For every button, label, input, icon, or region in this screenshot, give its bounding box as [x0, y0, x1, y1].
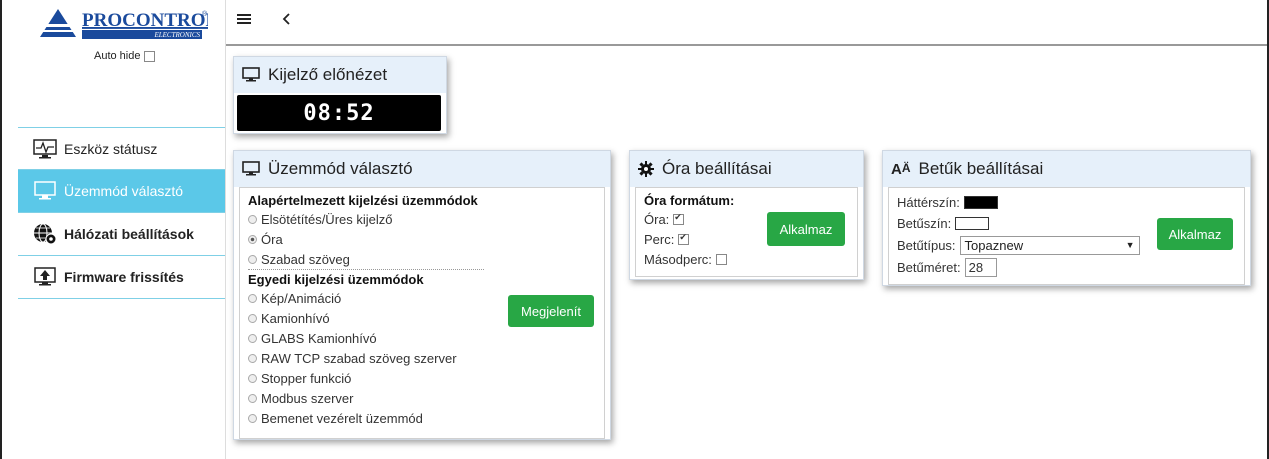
- clock-display: 08:52: [237, 95, 441, 131]
- hour-label: Óra:: [644, 211, 670, 227]
- minute-label: Perc:: [644, 231, 675, 247]
- radio-option[interactable]: Bemenet vezérelt üzemmód: [248, 408, 596, 428]
- radio-button[interactable]: [248, 254, 257, 264]
- sidebar-item-network-settings[interactable]: Hálózati beállítások: [18, 213, 225, 256]
- font-size-icon: AÄ: [891, 160, 911, 178]
- auto-hide-label: Auto hide: [94, 50, 141, 62]
- monitor-heartbeat-icon: [32, 138, 58, 160]
- second-checkbox[interactable]: [715, 253, 727, 265]
- sidebar-item-mode-selector[interactable]: Üzemmód választó: [18, 170, 225, 213]
- hamburger-icon[interactable]: [236, 10, 252, 33]
- radio-button[interactable]: [248, 413, 257, 423]
- radio-button[interactable]: [248, 293, 257, 303]
- radio-button[interactable]: [248, 373, 257, 383]
- panel-title: Kijelző előnézet: [268, 65, 388, 84]
- show-button[interactable]: Megjelenít: [508, 295, 594, 327]
- font-settings-panel: AÄ Betűk beállításai Háttérszín: Betűszí…: [882, 150, 1251, 286]
- svg-text:PROCONTROL: PROCONTROL: [82, 10, 208, 31]
- font-apply-button[interactable]: Alkalmaz: [1157, 218, 1233, 250]
- monitor-icon: [32, 180, 58, 202]
- custom-modes-heading: Egyedi kijelzési üzemmódok: [248, 271, 424, 287]
- background-color-picker[interactable]: [963, 195, 998, 209]
- font-color-picker[interactable]: [955, 216, 990, 230]
- clock-apply-button[interactable]: Alkalmaz: [767, 212, 845, 246]
- radio-button[interactable]: [248, 333, 257, 343]
- background-color-label: Háttérszín:: [897, 194, 960, 210]
- radio-label: Elsötétítés/Üres kijelző: [261, 211, 393, 227]
- display-preview-panel: Kijelző előnézet 08:52: [233, 56, 447, 134]
- font-form: Háttérszín: Betűszín: Betűtípus: Topaznew…: [888, 187, 1245, 285]
- second-label: Másodperc:: [644, 251, 712, 267]
- svg-text:ELECTRONICS: ELECTRONICS: [153, 31, 200, 39]
- auto-hide-toggle[interactable]: Auto hide: [94, 50, 156, 62]
- radio-button[interactable]: [248, 214, 257, 224]
- mode-form: Alapértelmezett kijelzési üzemmódok Elsö…: [239, 187, 605, 439]
- font-family-value: Topaznew: [964, 237, 1024, 253]
- panel-header: AÄ Betűk beállításai: [883, 151, 1250, 187]
- dropdown-arrow-icon: ▼: [1125, 240, 1135, 250]
- radio-label: Szabad szöveg: [261, 251, 350, 267]
- radio-label: Kép/Animáció: [261, 290, 342, 306]
- panel-title: Üzemmód választó: [268, 159, 413, 178]
- panel-header: Óra beállításai: [630, 151, 863, 187]
- radio-button[interactable]: [248, 313, 257, 323]
- radio-option[interactable]: RAW TCP szabad szöveg szerver: [248, 348, 596, 368]
- sidebar-item-label: Eszköz státusz: [64, 140, 158, 157]
- sidebar-item-label: Firmware frissítés: [64, 269, 184, 285]
- globe-gear-icon: [32, 223, 58, 245]
- radio-option[interactable]: GLABS Kamionhívó: [248, 328, 596, 348]
- panel-header: Kijelző előnézet: [234, 57, 446, 93]
- chevron-left-icon[interactable]: [282, 10, 292, 33]
- hour-checkbox[interactable]: [673, 212, 685, 225]
- radio-label: Óra: [261, 231, 283, 247]
- auto-hide-checkbox[interactable]: [144, 50, 156, 62]
- font-family-select[interactable]: Topaznew ▼: [959, 235, 1140, 255]
- radio-option[interactable]: Szabad szöveg: [248, 249, 484, 270]
- radio-label: Modbus szerver: [261, 390, 354, 406]
- monitor-icon: [242, 67, 260, 83]
- font-size-input[interactable]: 28: [964, 257, 997, 277]
- minute-checkbox[interactable]: [678, 232, 690, 245]
- second-option[interactable]: Másodperc:: [644, 249, 849, 269]
- panel-header: Üzemmód választó: [234, 151, 610, 187]
- font-family-label: Betűtípus:: [897, 237, 956, 253]
- sidebar-item-device-status[interactable]: Eszköz státusz: [18, 127, 225, 170]
- gear-icon: [638, 161, 654, 177]
- sidebar-item-label: Üzemmód választó: [64, 183, 184, 199]
- radio-button[interactable]: [248, 353, 257, 363]
- panel-title: Óra beállításai: [662, 159, 772, 178]
- panel-title: Betűk beállításai: [918, 159, 1044, 178]
- font-size-label: Betűméret:: [897, 259, 961, 275]
- radio-label: Bemenet vezérelt üzemmód: [261, 410, 423, 426]
- sidebar-nav: Eszköz státusz Üzemmód választó Hálózati…: [18, 127, 225, 299]
- font-size-row: Betűméret: 28: [897, 256, 1236, 278]
- background-color-row: Háttérszín:: [897, 192, 1236, 212]
- mode-selector-panel: Üzemmód választó Alapértelmezett kijelzé…: [233, 150, 611, 440]
- font-color-label: Betűszín:: [897, 215, 952, 231]
- monitor-upload-icon: [32, 266, 58, 288]
- sidebar: PROCONTROL ® ELECTRONICS Auto hide Eszkö…: [2, 0, 226, 459]
- radio-label: Stopper funkció: [261, 370, 352, 386]
- radio-option[interactable]: Óra: [248, 229, 596, 249]
- clock-format-heading: Óra formátum:: [644, 192, 735, 208]
- radio-label: RAW TCP szabad szöveg szerver: [261, 350, 457, 366]
- radio-button[interactable]: [248, 393, 257, 403]
- monitor-icon: [242, 161, 260, 177]
- radio-label: Kamionhívó: [261, 310, 330, 326]
- sidebar-item-label: Hálózati beállítások: [64, 226, 194, 242]
- radio-option[interactable]: Modbus szerver: [248, 388, 596, 408]
- default-modes-heading: Alapértelmezett kijelzési üzemmódok: [248, 192, 478, 208]
- brand-logo: PROCONTROL ® ELECTRONICS: [38, 7, 218, 41]
- clock-settings-panel: Óra beállításai Óra formátum: Óra: Perc:…: [629, 150, 864, 280]
- radio-label: GLABS Kamionhívó: [261, 330, 377, 346]
- clock-form: Óra formátum: Óra: Perc: Másodperc: Alka…: [635, 187, 858, 277]
- svg-text:®: ®: [202, 10, 208, 18]
- radio-option[interactable]: Stopper funkció: [248, 368, 596, 388]
- radio-button-selected[interactable]: [248, 234, 257, 244]
- sidebar-item-firmware-update[interactable]: Firmware frissítés: [18, 256, 225, 299]
- radio-option[interactable]: Elsötétítés/Üres kijelző: [248, 209, 596, 229]
- top-bar: [226, 0, 1267, 46]
